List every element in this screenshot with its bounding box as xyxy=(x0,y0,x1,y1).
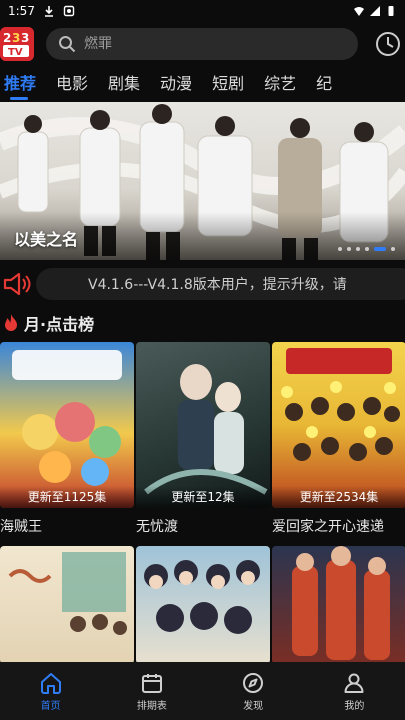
status-bar: 1:57 xyxy=(0,0,405,22)
signal-icon xyxy=(370,6,380,16)
video-card[interactable] xyxy=(272,546,405,664)
status-time: 1:57 xyxy=(8,4,35,18)
nav-label: 首页 xyxy=(40,700,61,712)
banner-dot xyxy=(347,247,351,251)
video-title: 爱回家之开心速递 xyxy=(272,519,384,535)
banner-dot xyxy=(365,247,369,251)
episode-badge: 更新至12集 xyxy=(136,486,270,508)
svg-text:TV: TV xyxy=(8,47,23,58)
video-poster: 更新至12集 xyxy=(136,342,270,508)
notice-marquee[interactable]: V4.1.6---V4.1.8版本用户，提示升级，请 xyxy=(36,268,405,300)
banner-title: 以美之名 xyxy=(14,230,79,249)
app-logo[interactable]: 2 3 3 TV xyxy=(0,27,34,61)
search-icon xyxy=(59,36,76,53)
category-tabs: 推荐 电影 剧集 动漫 短剧 综艺 纪 xyxy=(0,68,405,102)
video-poster xyxy=(136,546,270,664)
banner-dot-active xyxy=(374,247,386,251)
tab-anime[interactable]: 动漫 xyxy=(150,68,202,102)
tab-recommend[interactable]: 推荐 xyxy=(0,68,46,102)
video-card[interactable]: 更新至1125集 海贼王 xyxy=(0,342,134,536)
app-logo-graphic: 2 3 3 TV xyxy=(0,27,34,61)
video-poster: 更新至2534集 xyxy=(272,342,405,508)
user-icon xyxy=(344,673,364,693)
video-poster: 更新至1125集 xyxy=(0,342,134,508)
svg-text:2: 2 xyxy=(3,31,11,45)
video-card[interactable]: 更新至12集 无忧渡 xyxy=(136,342,270,536)
banner-dot xyxy=(338,247,342,251)
speaker-icon xyxy=(3,272,31,296)
home-icon xyxy=(40,672,61,694)
tab-documentary[interactable]: 纪 xyxy=(306,68,342,102)
nav-home[interactable]: 首页 xyxy=(0,662,101,720)
notice-bar[interactable]: V4.1.6---V4.1.8版本用户，提示升级，请 xyxy=(0,264,405,304)
calendar-icon xyxy=(141,673,162,693)
wifi-icon xyxy=(354,7,364,16)
video-title: 海贼王 xyxy=(0,519,42,535)
nav-label: 我的 xyxy=(344,700,365,712)
video-card[interactable] xyxy=(0,546,134,664)
banner-indicator xyxy=(338,247,395,251)
poster-art xyxy=(12,350,122,486)
poster-art xyxy=(8,552,127,635)
fire-icon xyxy=(5,314,17,331)
episode-badge: 更新至2534集 xyxy=(272,486,405,508)
video-poster xyxy=(0,546,134,664)
nav-schedule[interactable]: 排期表 xyxy=(101,662,202,720)
history-icon[interactable] xyxy=(374,30,402,58)
banner-dot xyxy=(391,247,395,251)
bottom-navigation: 首页 排期表 发现 我的 xyxy=(0,662,405,720)
nav-label: 排期表 xyxy=(136,700,167,712)
section-title: 月·点击榜 xyxy=(24,315,95,334)
poster-art xyxy=(281,348,400,461)
hero-banner[interactable]: 以美之名 xyxy=(0,102,405,260)
poster-art xyxy=(144,560,260,634)
search-input[interactable] xyxy=(84,36,324,52)
svg-text:3: 3 xyxy=(12,31,20,45)
poster-art xyxy=(144,364,268,495)
tab-short-drama[interactable]: 短剧 xyxy=(202,68,254,102)
notification-icon xyxy=(63,5,75,17)
section-header: 月·点击榜 xyxy=(0,310,94,336)
search-bar[interactable] xyxy=(46,28,358,60)
battery-icon xyxy=(388,6,394,16)
video-card[interactable] xyxy=(136,546,270,664)
tab-variety[interactable]: 综艺 xyxy=(254,68,306,102)
tab-series[interactable]: 剧集 xyxy=(98,68,150,102)
top-bar: 2 3 3 TV xyxy=(0,22,405,66)
download-icon xyxy=(44,6,53,17)
nav-profile[interactable]: 我的 xyxy=(304,662,405,720)
nav-label: 发现 xyxy=(243,700,264,712)
svg-text:3: 3 xyxy=(21,31,29,45)
poster-art xyxy=(292,546,390,660)
video-card[interactable]: 更新至2534集 爱回家之开心速递 xyxy=(272,342,405,536)
episode-badge: 更新至1125集 xyxy=(0,486,134,508)
video-title: 无忧渡 xyxy=(136,519,178,535)
notice-text: V4.1.6---V4.1.8版本用户，提示升级，请 xyxy=(88,277,347,293)
tab-movie[interactable]: 电影 xyxy=(46,68,98,102)
nav-discover[interactable]: 发现 xyxy=(203,662,304,720)
compass-icon xyxy=(243,672,264,693)
video-poster xyxy=(272,546,405,664)
banner-dot xyxy=(356,247,360,251)
